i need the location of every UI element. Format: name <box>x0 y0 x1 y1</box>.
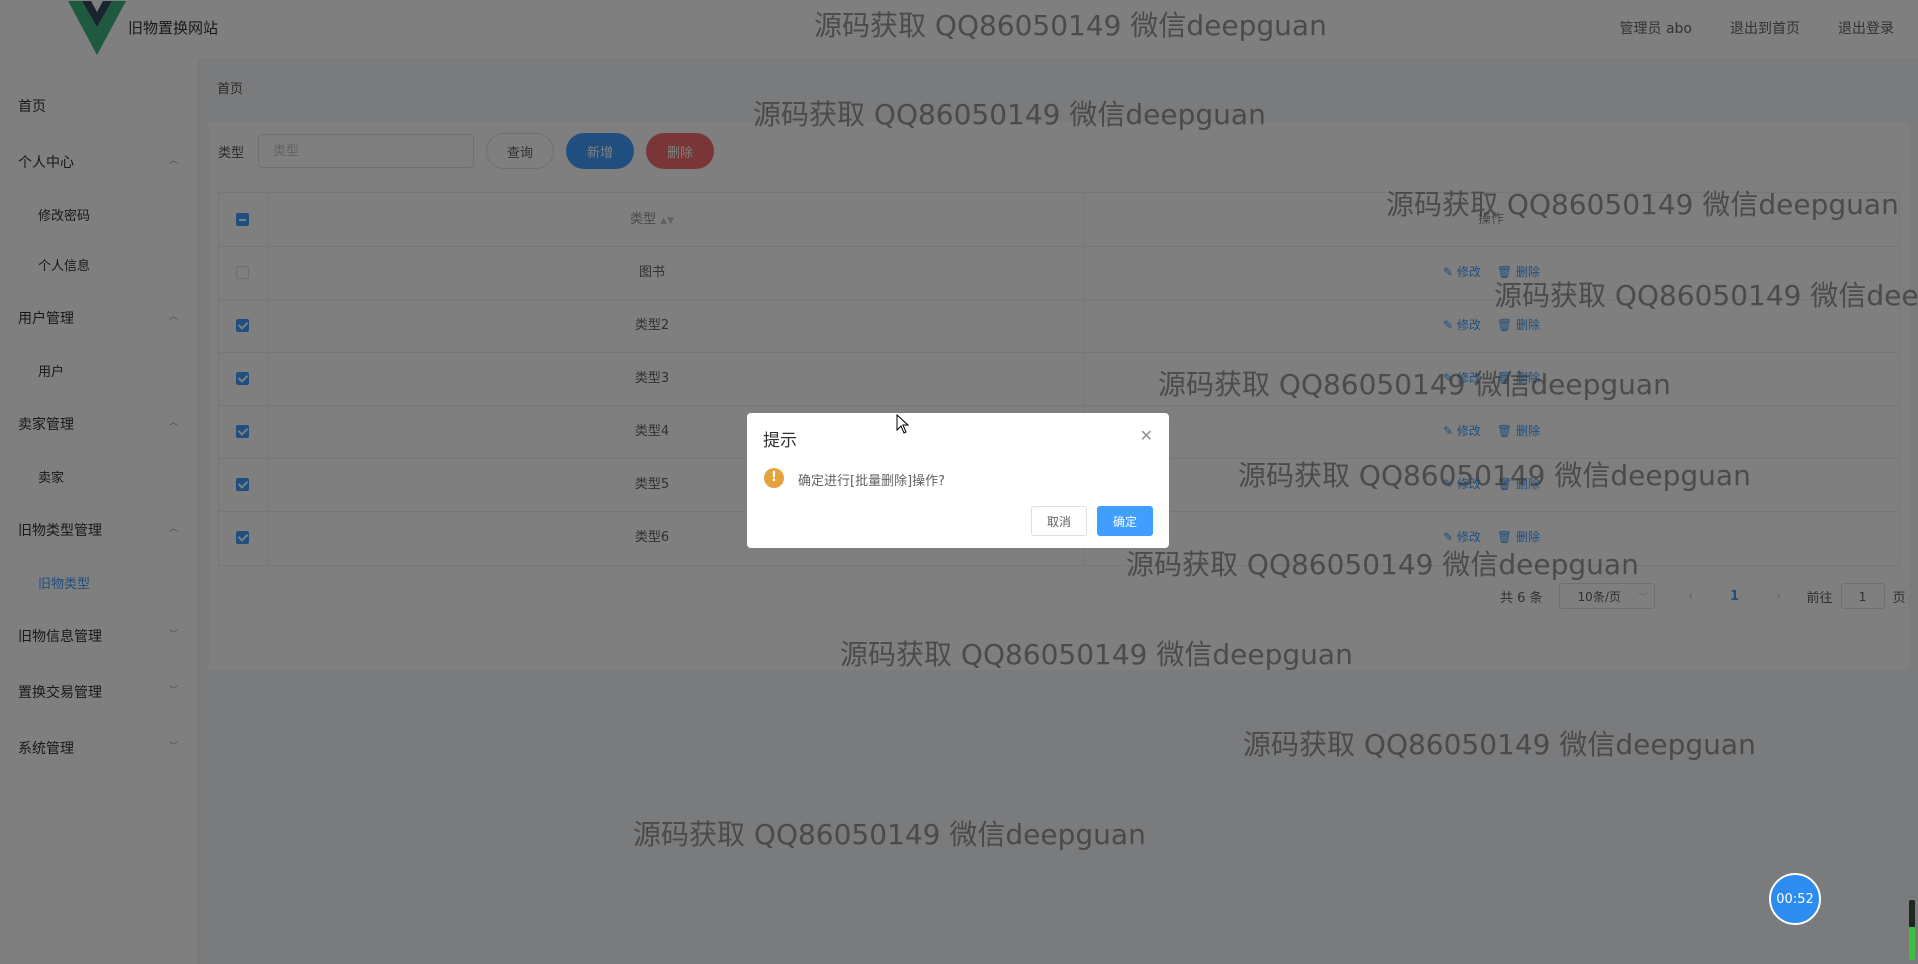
close-icon[interactable]: ✕ <box>1140 426 1153 445</box>
recording-timer[interactable]: 00:52 <box>1769 873 1821 925</box>
audio-level-meter <box>1909 900 1915 960</box>
warning-icon: ! <box>764 468 784 488</box>
cancel-button[interactable]: 取消 <box>1031 506 1087 536</box>
confirm-dialog: 提示 ✕ ! 确定进行[批量删除]操作? 取消 确定 <box>747 413 1169 548</box>
mouse-cursor-icon <box>896 414 910 434</box>
dialog-title: 提示 <box>763 431 797 451</box>
audio-level-fill <box>1909 927 1915 960</box>
dialog-message: 确定进行[批量删除]操作? <box>798 474 946 489</box>
confirm-button[interactable]: 确定 <box>1097 506 1153 536</box>
